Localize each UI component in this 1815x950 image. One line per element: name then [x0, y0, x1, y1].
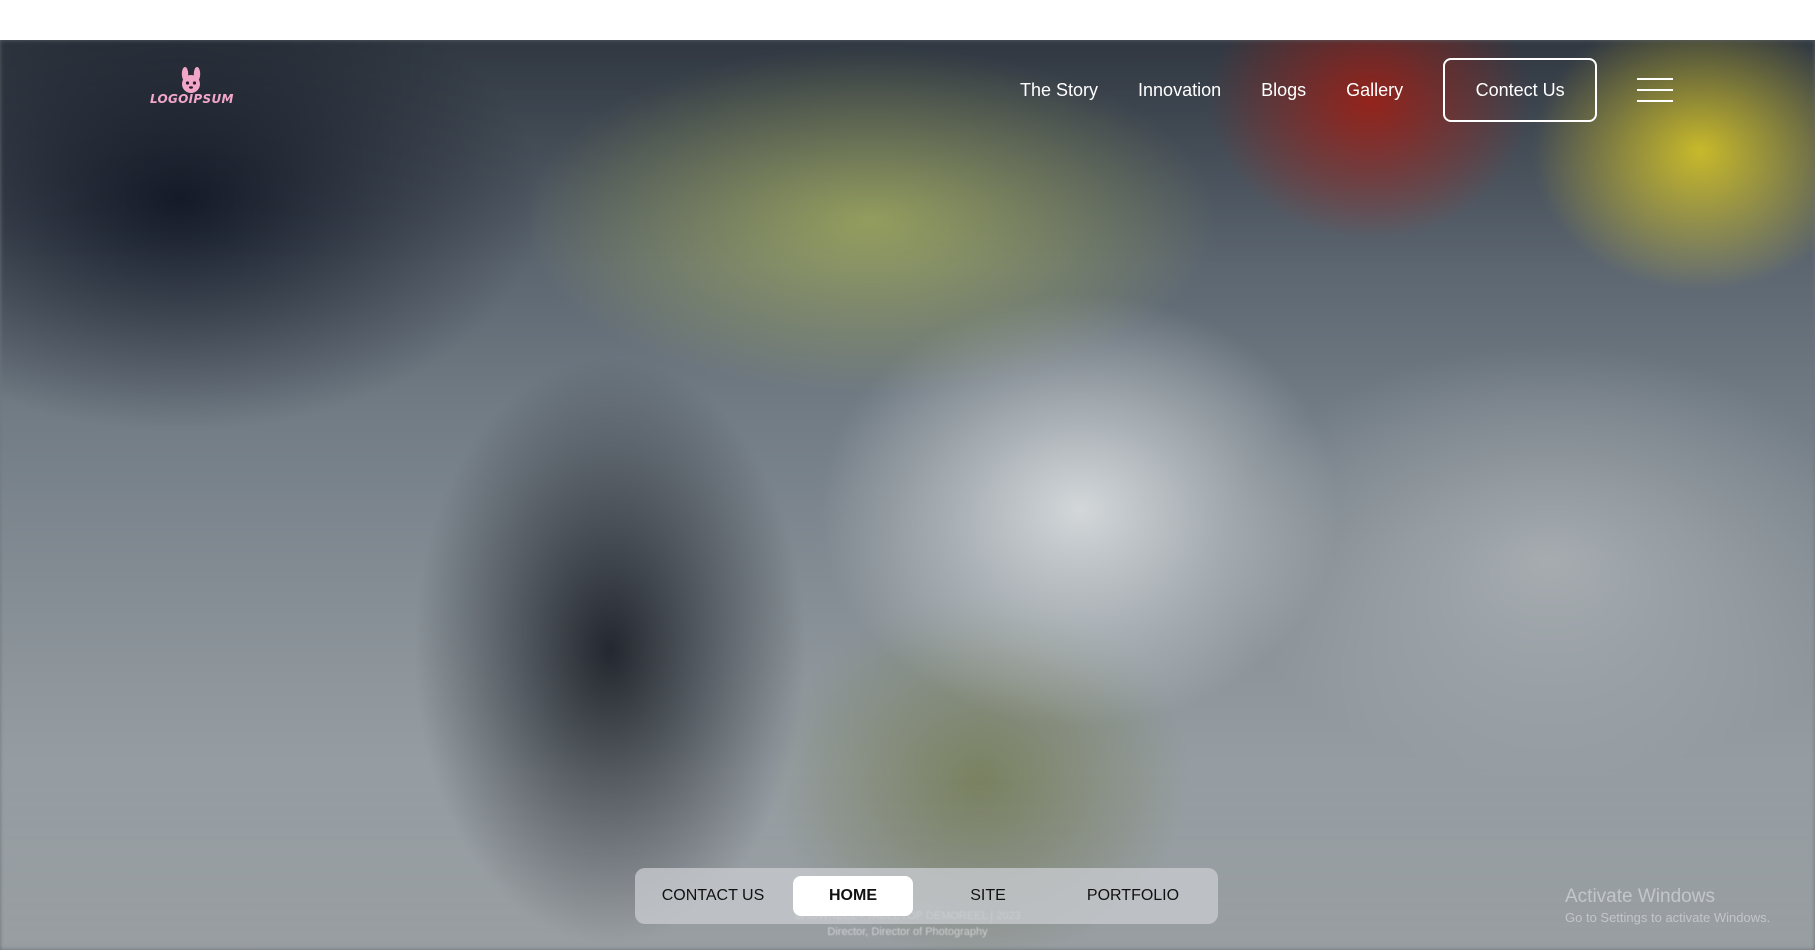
hero-overlay [0, 40, 1815, 950]
hero-video-background [0, 40, 1815, 950]
contact-us-button[interactable]: Contect Us [1443, 58, 1598, 122]
credits-line-2: Director, Director of Photography [827, 926, 988, 938]
nav-link-the-story[interactable]: The Story [1000, 80, 1118, 101]
hamburger-line [1637, 100, 1674, 102]
bottom-nav-portfolio[interactable]: PORTFOLIO [1063, 876, 1203, 916]
rabbit-icon [181, 67, 201, 93]
nav-link-innovation[interactable]: Innovation [1118, 80, 1241, 101]
watermark-subtitle: Go to Settings to activate Windows. [1565, 910, 1771, 925]
top-white-strip [0, 0, 1815, 40]
hamburger-line [1637, 89, 1674, 91]
hamburger-line [1637, 78, 1674, 80]
bottom-nav-bar: CONTACT US HOME SITE PORTFOLIO [635, 868, 1218, 924]
hamburger-menu-icon[interactable] [1637, 78, 1674, 102]
bottom-nav-home[interactable]: HOME [793, 876, 913, 916]
activate-windows-watermark: Activate Windows Go to Settings to activ… [1565, 886, 1770, 928]
main-nav: The Story Innovation Blogs Gallery Conte… [1000, 58, 1674, 122]
watermark-title: Activate Windows [1565, 886, 1715, 907]
site-logo[interactable]: LOGOIPSUM [150, 66, 234, 110]
bottom-nav-contact-us[interactable]: CONTACT US [647, 876, 779, 916]
logo-text: LOGOIPSUM [150, 92, 234, 106]
nav-link-blogs[interactable]: Blogs [1241, 80, 1326, 101]
bottom-nav-site[interactable]: SITE [913, 876, 1063, 916]
nav-link-gallery[interactable]: Gallery [1326, 80, 1423, 101]
